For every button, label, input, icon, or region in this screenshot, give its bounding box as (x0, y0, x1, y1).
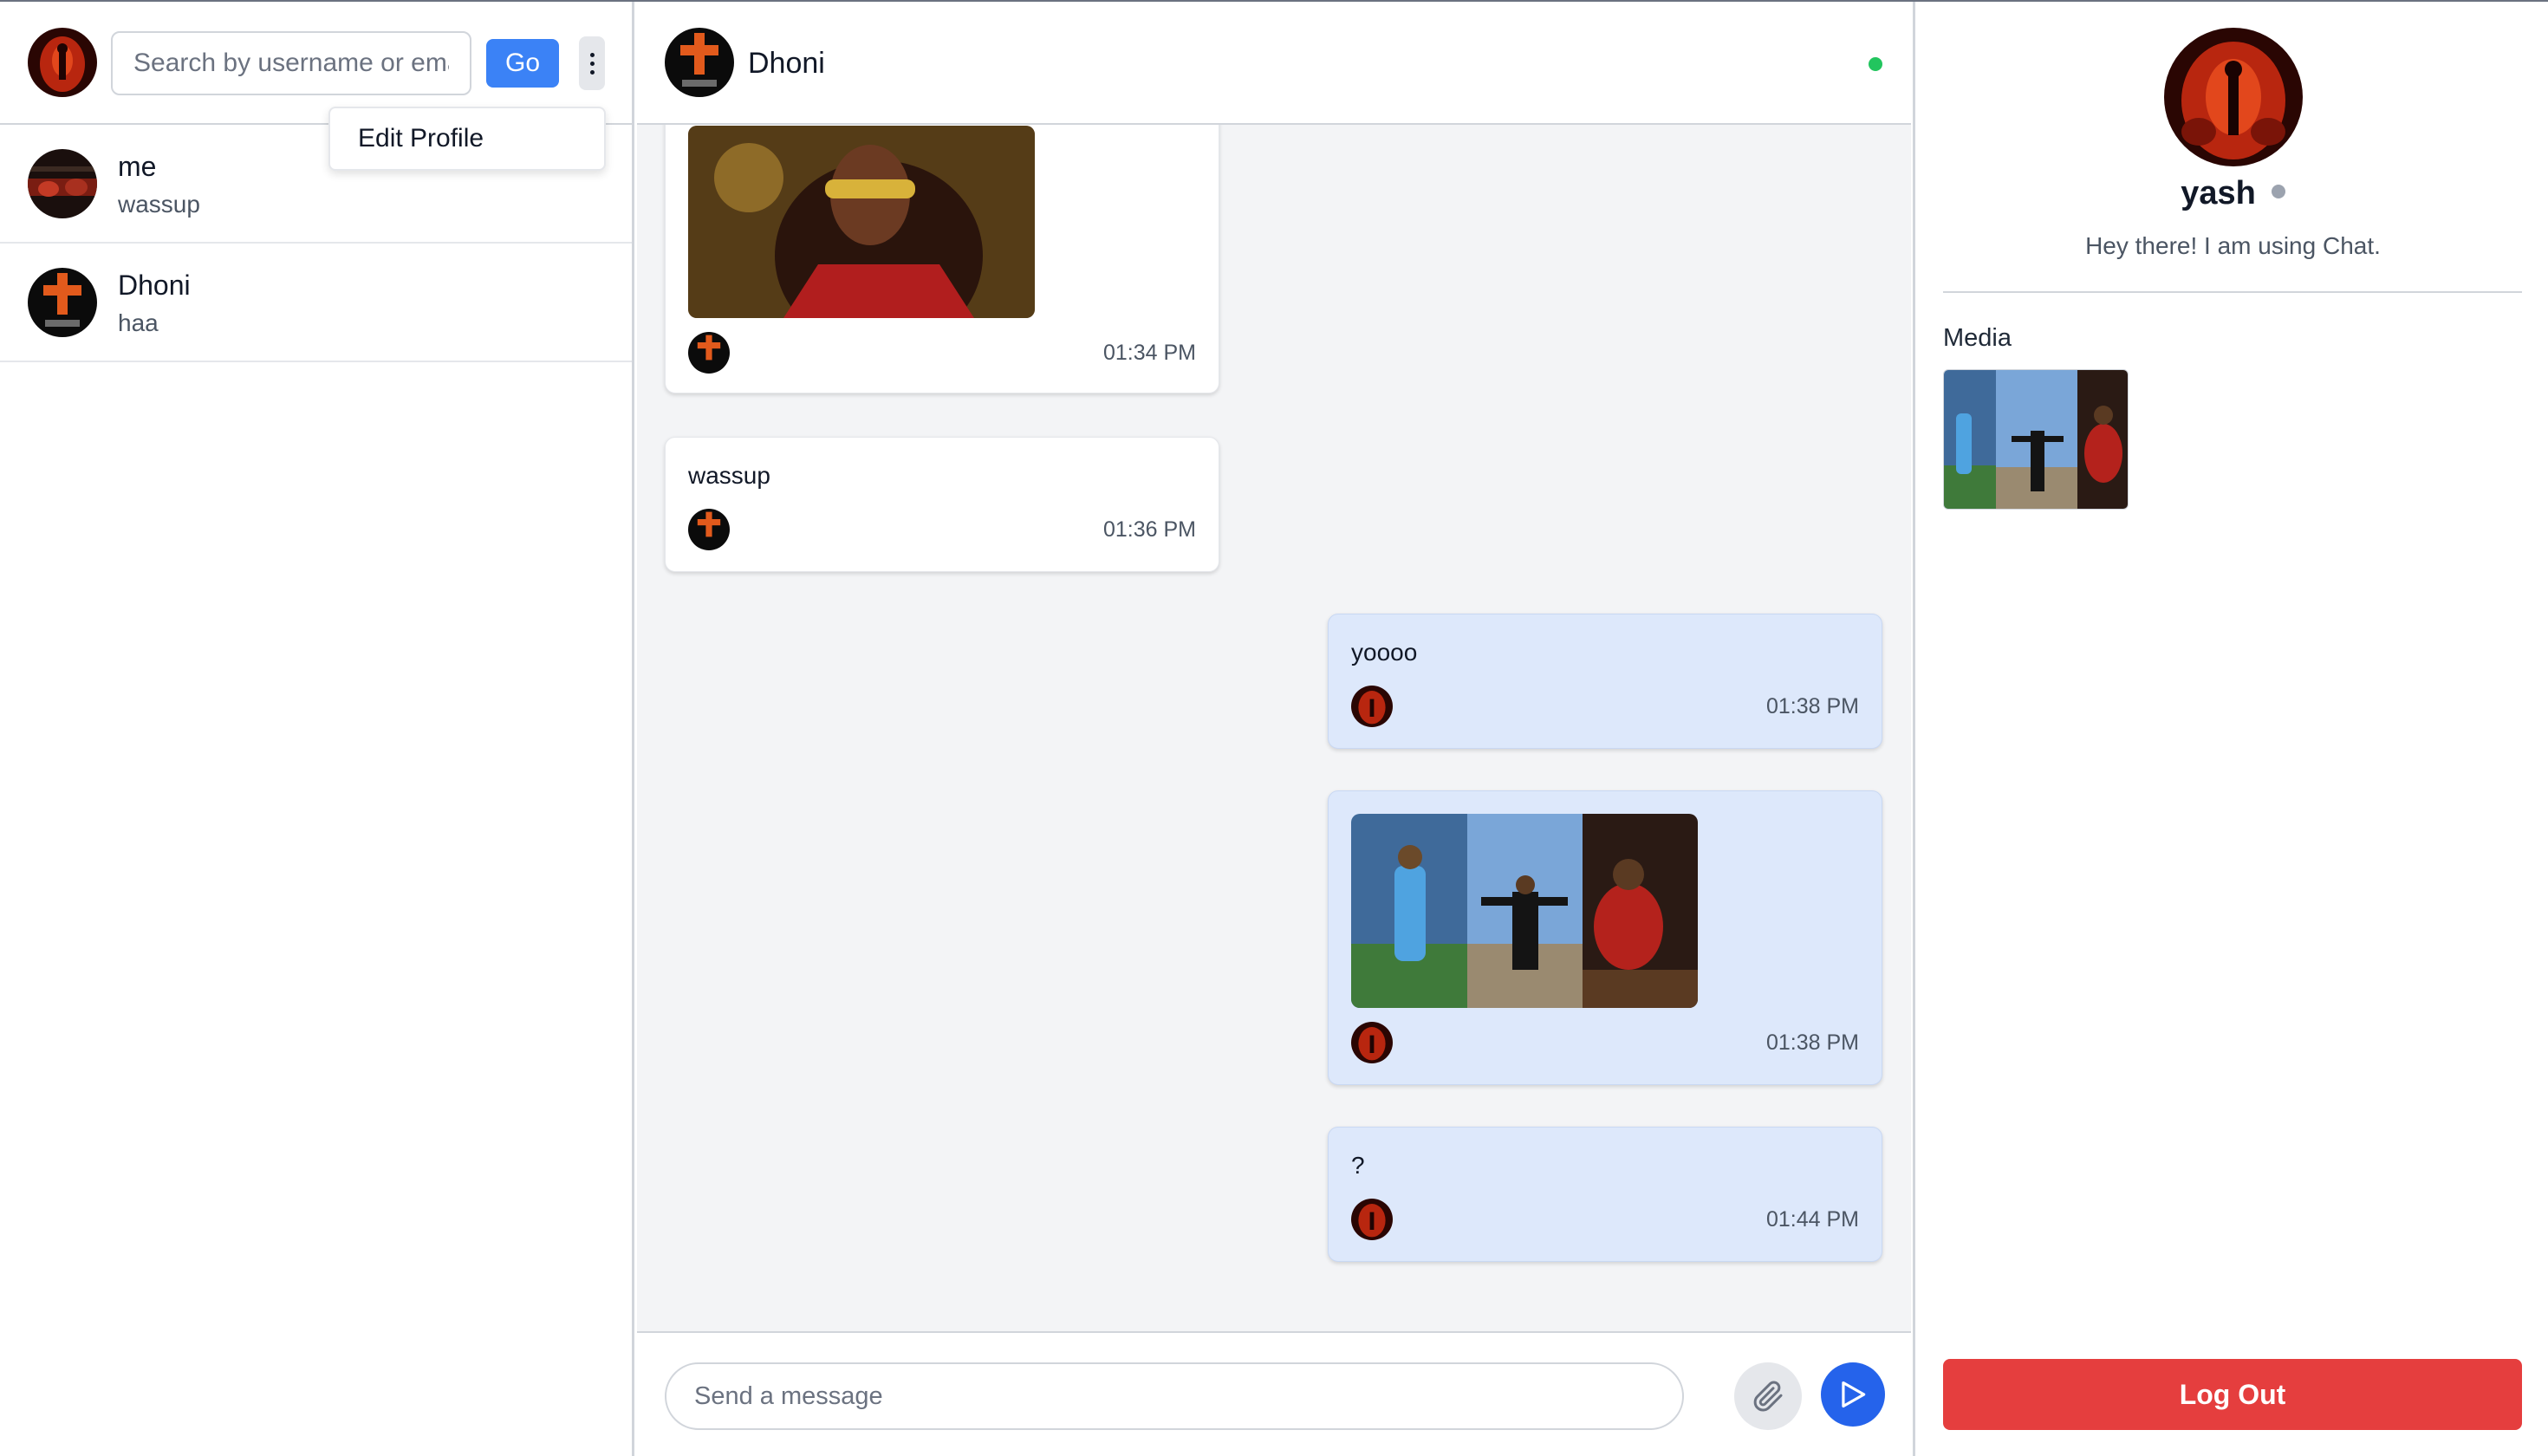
message-bubble-outgoing: yoooo 01:38 PM (1328, 614, 1882, 749)
message-text: yoooo (1351, 639, 1418, 666)
chat-preview: haa (118, 309, 159, 336)
message-bubble-outgoing: ? 01:44 PM (1328, 1127, 1882, 1262)
message-text: ? (1351, 1152, 1365, 1179)
chat-name: Dhoni (118, 270, 191, 301)
message-time: 01:34 PM (1102, 341, 1196, 365)
logout-button[interactable]: Log Out (1943, 1359, 2522, 1430)
message-bubble-outgoing: 01:38 PM (1328, 790, 1882, 1085)
sender-avatar (1351, 686, 1393, 727)
message-time: 01:38 PM (1765, 694, 1859, 718)
message-image[interactable] (1351, 814, 1698, 1008)
sender-avatar (1351, 1022, 1393, 1063)
profile-name-row: yash (1915, 175, 2548, 212)
message-composer (637, 1331, 1911, 1456)
search-input[interactable] (111, 31, 471, 95)
message-bubble-incoming: 01:34 PM (665, 125, 1219, 393)
menu-item-label: Edit Profile (358, 124, 484, 153)
avatar (28, 149, 97, 218)
menu-item-edit-profile[interactable]: Edit Profile (328, 107, 606, 171)
chat-list-item-dhoni[interactable]: Dhoni haa (0, 244, 632, 362)
message-bubble-incoming: wassup 01:36 PM (665, 437, 1219, 572)
paperclip-icon[interactable] (1734, 1362, 1802, 1430)
chat-name: me (118, 151, 157, 182)
profile-status-text: Hey there! I am using Chat. (2085, 232, 2381, 259)
chat-header: Dhoni (637, 2, 1911, 125)
search-go-button[interactable]: Go (486, 39, 559, 88)
chat-panel: Dhoni 01:34 PM wassup 01:36 PM yoooo 01:… (637, 2, 1911, 1456)
media-heading: Media (1943, 324, 2012, 352)
message-time: 01:36 PM (1102, 517, 1196, 542)
status-dot-icon (2271, 184, 2285, 198)
profile-avatar (2164, 28, 2303, 166)
sender-avatar (1351, 1199, 1393, 1240)
current-user-avatar[interactable] (28, 28, 97, 97)
sender-avatar (688, 509, 730, 550)
online-status-icon (1869, 57, 1882, 71)
avatar (28, 268, 97, 337)
contact-avatar[interactable] (665, 28, 734, 97)
sender-avatar (688, 332, 730, 374)
chat-app: Go Edit Profile me wassup (0, 0, 2548, 1456)
divider (1943, 291, 2522, 293)
message-image[interactable] (688, 126, 1035, 318)
chat-preview: wassup (118, 191, 200, 218)
media-thumbnail[interactable] (1943, 369, 2129, 510)
message-input[interactable] (665, 1362, 1684, 1430)
send-icon[interactable] (1821, 1362, 1885, 1427)
kebab-menu-icon[interactable] (579, 36, 605, 90)
message-text: wassup (688, 462, 770, 489)
message-time: 01:44 PM (1765, 1207, 1859, 1232)
contact-name: Dhoni (748, 47, 825, 80)
profile-name: yash (2181, 175, 2256, 211)
message-list[interactable]: 01:34 PM wassup 01:36 PM yoooo 01:38 PM … (637, 125, 1911, 1331)
sidebar: Go Edit Profile me wassup (0, 2, 634, 1456)
profile-panel: yash Hey there! I am using Chat. Media L… (1913, 2, 2548, 1456)
message-time: 01:38 PM (1765, 1030, 1859, 1055)
